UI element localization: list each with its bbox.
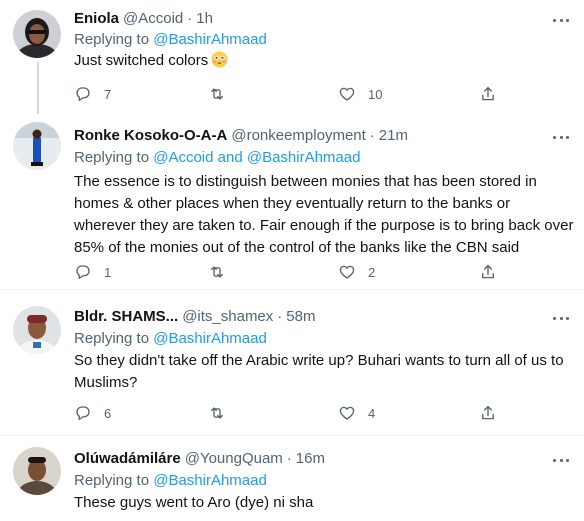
avatar-ronke[interactable] [13, 122, 61, 170]
more-icon[interactable] [552, 11, 570, 29]
replying-to: Replying to @BashirAhmaad [74, 30, 267, 50]
replying-to-link-bashir[interactable]: @BashirAhmaad [247, 149, 361, 166]
share-button[interactable] [479, 403, 497, 423]
tweet-text: These guys went to Aro (dye) ni sha [74, 494, 314, 511]
tweet-actions: 6 4 [74, 403, 504, 423]
more-icon[interactable] [552, 309, 570, 327]
tweet-header: Olúwadámiláre @YoungQuam · 16m [74, 449, 325, 469]
avatar-oluwadamilare[interactable] [13, 447, 61, 495]
tweet-actions: 7 10 [74, 84, 504, 104]
heart-icon [339, 87, 355, 101]
replying-to-label: Replying to [74, 330, 154, 347]
timestamp[interactable]: 58m [286, 307, 315, 327]
heart-icon [339, 406, 355, 420]
tweet-eniola[interactable]: Eniola @Accoid · 1h Replying to @BashirA… [0, 0, 584, 112]
replying-to: Replying to @Accoid and @BashirAhmaad [74, 148, 360, 168]
tweet-text: Just switched colors [74, 50, 574, 72]
reply-count: 7 [104, 86, 112, 102]
replying-to-label: Replying to [74, 472, 154, 489]
replying-to-link-accoid[interactable]: @Accoid [153, 149, 213, 166]
replying-to: Replying to @BashirAhmaad [74, 329, 267, 349]
separator-dot: · [277, 308, 283, 325]
replying-to-link[interactable]: @BashirAhmaad [153, 472, 267, 489]
like-count: 10 [368, 86, 383, 102]
retweet-button[interactable] [208, 403, 238, 423]
reply-button[interactable]: 7 [74, 84, 111, 104]
retweet-icon [211, 266, 223, 278]
avatar-shams[interactable] [13, 306, 61, 354]
share-icon [482, 405, 494, 420]
retweet-icon [211, 88, 223, 100]
author-name[interactable]: Ronke Kosoko-O-A-A [74, 126, 227, 146]
reply-count: 1 [104, 264, 112, 280]
tweet-text-body: Just switched colors [74, 52, 209, 69]
tweet-oluwadamilare[interactable]: Olúwadámiláre @YoungQuam · 16m Replying … [0, 436, 584, 521]
like-count: 4 [368, 405, 376, 421]
author-handle[interactable]: @its_shamex [182, 307, 273, 327]
share-icon [482, 264, 494, 279]
separator-dot: · [286, 450, 292, 467]
retweet-button[interactable] [208, 84, 238, 104]
share-button[interactable] [479, 262, 497, 282]
replying-to-link[interactable]: @BashirAhmaad [153, 31, 267, 48]
flushed-face-emoji [211, 51, 228, 68]
avatar-eniola[interactable] [13, 10, 61, 58]
author-name[interactable]: Bldr. SHAMS... [74, 307, 178, 327]
reply-button[interactable]: 6 [74, 403, 111, 423]
tweet-actions: 1 2 [74, 262, 504, 282]
tweet-text: The essence is to distinguish between mo… [74, 173, 574, 256]
retweet-button[interactable] [208, 262, 238, 282]
author-handle[interactable]: @Accoid [123, 9, 183, 29]
author-handle[interactable]: @YoungQuam [185, 449, 283, 469]
more-icon[interactable] [552, 128, 570, 146]
replying-to-label: Replying to [74, 31, 154, 48]
replying-to: Replying to @BashirAhmaad [74, 471, 267, 491]
separator-dot: · [369, 127, 375, 144]
more-icon[interactable] [552, 451, 570, 469]
reply-button[interactable]: 1 [74, 262, 111, 282]
share-icon [482, 86, 494, 101]
author-name[interactable]: Olúwadámiláre [74, 449, 181, 469]
retweet-icon [211, 407, 223, 419]
tweet-text: So they didn't take off the Arabic write… [74, 352, 564, 391]
like-button[interactable]: 10 [338, 84, 382, 104]
heart-icon [339, 265, 355, 279]
author-handle[interactable]: @ronkeemployment [231, 126, 365, 146]
timestamp[interactable]: 21m [379, 126, 408, 146]
reply-icon [76, 265, 90, 280]
reply-count: 6 [104, 405, 112, 421]
tweet-header: Bldr. SHAMS... @its_shamex · 58m [74, 307, 315, 327]
like-count: 2 [368, 264, 376, 280]
like-button[interactable]: 2 [338, 262, 375, 282]
reply-icon [76, 406, 90, 421]
tweet-ronke[interactable]: Ronke Kosoko-O-A-A @ronkeemployment · 21… [0, 112, 584, 289]
like-button[interactable]: 4 [338, 403, 375, 423]
timestamp[interactable]: 1h [196, 9, 213, 29]
share-button[interactable] [479, 84, 497, 104]
tweet-header: Eniola @Accoid · 1h [74, 9, 213, 29]
reply-icon [76, 87, 90, 102]
replying-to-and[interactable]: and [213, 149, 246, 166]
author-name[interactable]: Eniola [74, 9, 119, 29]
replying-to-label: Replying to [74, 149, 154, 166]
tweet-shams[interactable]: Bldr. SHAMS... @its_shamex · 58m Replyin… [0, 290, 584, 435]
thread-connector [37, 62, 39, 114]
separator-dot: · [187, 10, 193, 27]
replying-to-link[interactable]: @BashirAhmaad [153, 330, 267, 347]
tweet-header: Ronke Kosoko-O-A-A @ronkeemployment · 21… [74, 126, 408, 146]
timestamp[interactable]: 16m [296, 449, 325, 469]
